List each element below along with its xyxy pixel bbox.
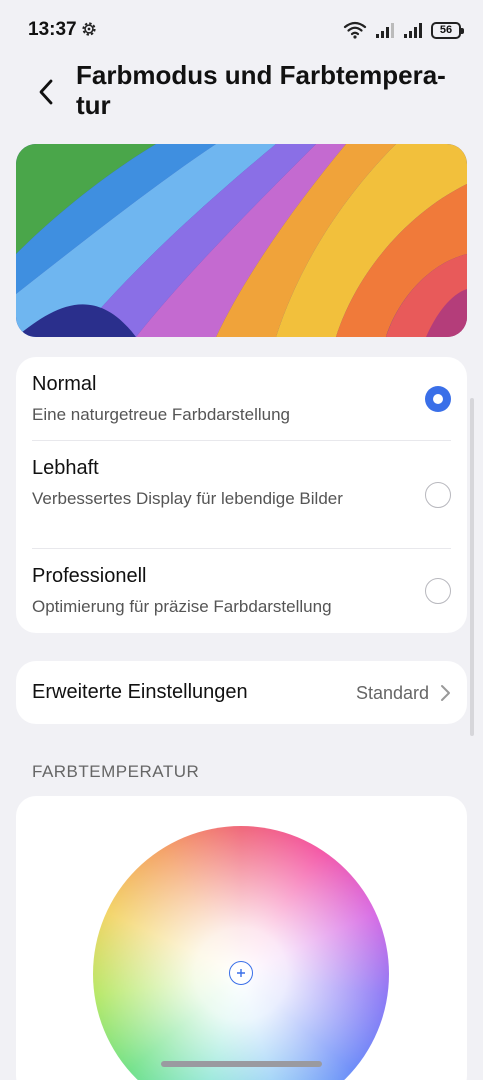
radio-professionell[interactable]: [425, 578, 451, 604]
section-header-farbtemperatur: FARBTEMPERATUR: [32, 762, 200, 781]
home-indicator[interactable]: [161, 1061, 322, 1067]
radio-lebhaft[interactable]: [425, 482, 451, 508]
mode-title: Normal: [32, 373, 97, 395]
wheel-marker-handle[interactable]: [229, 961, 253, 985]
battery-icon: 56: [431, 21, 464, 39]
color-mode-card: Normal Eine naturgetreue Farbdarstellung…: [16, 357, 467, 633]
color-temperature-card: [16, 796, 467, 1080]
status-time: 13:37: [28, 19, 77, 40]
plus-icon: [237, 969, 245, 977]
signal-icon: [376, 23, 394, 38]
chevron-right-icon: [441, 685, 450, 701]
back-arrow-icon: [39, 79, 53, 105]
scrollbar[interactable]: [470, 398, 474, 736]
status-bar: 13:37 56: [0, 0, 483, 60]
gear-icon: [82, 22, 96, 36]
mode-title: Lebhaft: [32, 457, 99, 479]
status-icons: 56: [343, 18, 464, 42]
mode-option-normal[interactable]: Normal Eine naturgetreue Farbdarstellung: [32, 357, 451, 441]
mode-title: Professionell: [32, 565, 147, 587]
page-title: Farbmodus und Farbtempera-tur: [76, 60, 446, 120]
mode-description: Eine naturgetreue Farbdarstellung: [32, 405, 290, 424]
mode-option-lebhaft[interactable]: Lebhaft Verbessertes Display für lebendi…: [32, 441, 451, 549]
advanced-settings-label: Erweiterte Einstellungen: [32, 681, 248, 703]
color-mode-banner: [16, 144, 467, 337]
color-temperature-wheel[interactable]: [93, 826, 389, 1080]
back-button[interactable]: [28, 74, 64, 110]
mode-description: Optimierung für präzise Farbdarstellung: [32, 597, 332, 616]
advanced-settings-row[interactable]: Erweiterte Einstellungen Standard: [16, 661, 467, 724]
battery-level: 56: [439, 24, 453, 36]
mode-description: Verbessertes Display für lebendige Bilde…: [32, 489, 343, 508]
mode-option-professionell[interactable]: Professionell Optimierung für präzise Fa…: [32, 549, 451, 633]
advanced-settings-value: Standard: [355, 683, 429, 703]
radio-normal[interactable]: [425, 386, 451, 412]
wifi-icon: [343, 21, 367, 39]
signal-icon: [404, 23, 422, 38]
